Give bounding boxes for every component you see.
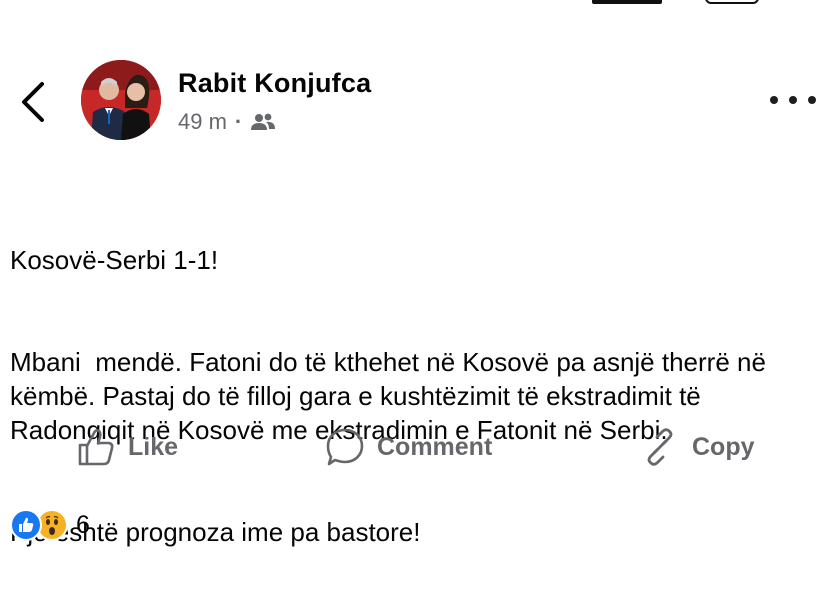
svg-text:Nr: Nr <box>89 129 98 138</box>
back-button[interactable] <box>16 80 50 124</box>
battery-icon <box>705 0 759 4</box>
post-time[interactable]: 49 m <box>178 109 227 135</box>
post-meta: 49 m · <box>178 108 276 136</box>
comment-button[interactable]: Comment <box>325 420 492 474</box>
copy-label: Copy <box>692 432 755 461</box>
comment-bubble-icon <box>326 428 364 466</box>
post-line: Kjo është prognoza ime pa bastore! <box>10 517 421 547</box>
profile-photo: Nr <box>81 60 161 140</box>
like-reaction-icon <box>10 509 42 541</box>
meta-separator: · <box>234 109 243 134</box>
thumbs-up-icon <box>78 429 114 466</box>
like-label: Like <box>128 432 179 461</box>
more-dot-icon <box>808 96 816 104</box>
comment-label: Comment <box>377 432 493 461</box>
like-button[interactable]: Like <box>76 420 178 474</box>
reactions-summary[interactable]: 6 <box>10 508 90 542</box>
more-options-button[interactable] <box>770 88 816 112</box>
status-bar <box>0 0 833 6</box>
facebook-post-screen: Nr Rabit Konjufca 49 m · Kosovë-Serbi 1-… <box>0 0 833 600</box>
cellular-signal-icon <box>592 0 662 4</box>
friends-icon <box>251 113 276 130</box>
post-action-bar: Like Comment Copy <box>0 420 833 474</box>
more-dot-icon <box>770 96 778 104</box>
more-dot-icon <box>789 96 797 104</box>
copy-button[interactable]: Copy <box>640 420 755 474</box>
post-author-name[interactable]: Rabit Konjufca <box>178 68 371 99</box>
chevron-left-icon <box>22 82 44 122</box>
link-icon <box>647 428 673 466</box>
post-body: Kosovë-Serbi 1-1! Mbani mendë. Fatoni do… <box>10 175 825 600</box>
avatar[interactable]: Nr <box>81 60 161 140</box>
reaction-count: 6 <box>76 510 90 539</box>
post-line: Kosovë-Serbi 1-1! <box>10 245 219 275</box>
